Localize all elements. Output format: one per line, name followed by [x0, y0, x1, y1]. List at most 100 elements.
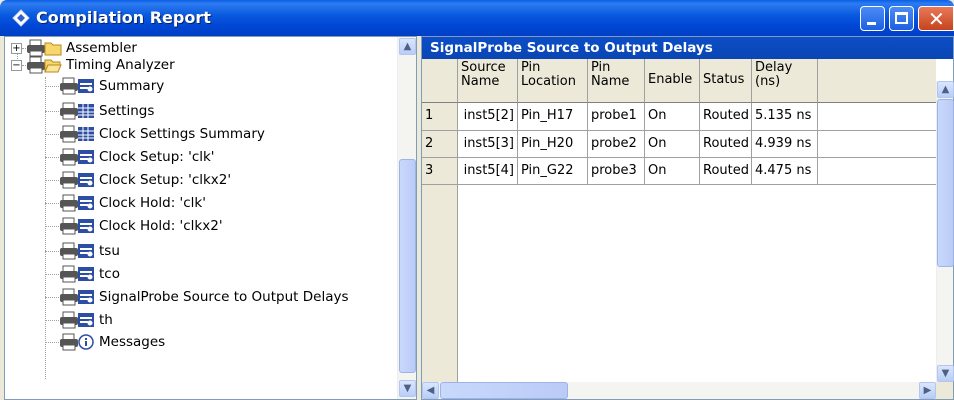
cell-status: Routed	[700, 158, 752, 185]
window-title: Compilation Report	[36, 8, 211, 27]
tree-item-label: SignalProbe Source to Output Delays	[99, 289, 349, 305]
scroll-up-button[interactable]: ▲	[399, 38, 416, 55]
printer-icon	[27, 56, 45, 74]
printer-icon	[60, 148, 78, 166]
report-grid[interactable]: Source Name Pin Location Pin Name Enable…	[422, 59, 936, 382]
tree-item-clock-hold-clk[interactable]: Clock Hold: 'clk'	[45, 192, 206, 214]
grid-horizontal-scrollbar[interactable]: ◀ ▶	[422, 382, 936, 399]
tree-item-label: Clock Hold: 'clk'	[99, 195, 206, 211]
cell-delay: 4.939 ns	[752, 131, 818, 158]
printer-icon	[60, 265, 78, 283]
tree-item-th[interactable]: th	[45, 309, 113, 331]
minimize-icon	[867, 22, 876, 25]
cell-pin-name: probe3	[588, 158, 645, 185]
header-line: Source	[461, 60, 506, 75]
tree-item-clock-setup-clk[interactable]: Clock Setup: 'clk'	[45, 146, 215, 168]
cell-filler	[818, 131, 936, 158]
cell-status: Routed	[700, 103, 752, 131]
scroll-left-button[interactable]: ◀	[422, 382, 439, 399]
chevron-down-icon: ▼	[941, 368, 950, 379]
printer-icon	[60, 77, 78, 95]
expand-icon[interactable]: +	[11, 42, 22, 54]
chevron-down-icon: ▼	[403, 383, 412, 394]
tree-item-clock-hold-clkx2[interactable]: Clock Hold: 'clkx2'	[45, 215, 223, 237]
column-header-source-name[interactable]: Source Name	[458, 59, 518, 103]
title-bar[interactable]: Compilation Report ✕	[0, 0, 954, 36]
tree-item-clock-setup-clkx2[interactable]: Clock Setup: 'clkx2'	[45, 169, 231, 191]
cell-status: Routed	[700, 131, 752, 158]
cell-source-name: inst5[4]	[458, 158, 518, 185]
report-icon	[78, 196, 94, 210]
printer-icon	[60, 242, 78, 260]
report-icon	[78, 244, 94, 258]
printer-icon	[60, 194, 78, 212]
cell-pin-location: Pin_G22	[518, 158, 588, 185]
scroll-up-button[interactable]: ▲	[937, 81, 954, 98]
tree-item-signalprobe[interactable]: SignalProbe Source to Output Delays	[45, 286, 349, 308]
report-icon	[78, 173, 94, 187]
scroll-corner	[936, 382, 953, 399]
cell-pin-name: probe2	[588, 131, 645, 158]
column-header-pin-name[interactable]: Pin Name	[588, 59, 645, 103]
corner-cell	[422, 59, 458, 103]
tree-item-settings[interactable]: Settings	[45, 100, 154, 122]
tree-item-summary[interactable]: Summary	[45, 75, 164, 97]
report-icon	[78, 313, 94, 327]
cell-pin-location: Pin_H20	[518, 131, 588, 158]
header-line: Name	[461, 74, 500, 89]
tree-item-label: Timing Analyzer	[66, 57, 175, 73]
compile-icon	[12, 9, 30, 27]
printer-icon	[60, 217, 78, 235]
close-icon: ✕	[928, 7, 945, 31]
column-header-delay[interactable]: Delay (ns)	[752, 59, 818, 103]
cell-pin-name: probe1	[588, 103, 645, 131]
cell-delay: 4.475 ns	[752, 158, 818, 185]
tree-item-messages[interactable]: Messages	[45, 331, 165, 353]
row-number: 1	[422, 103, 458, 131]
cell-filler	[818, 103, 936, 131]
tree-item-label: Summary	[99, 78, 165, 94]
scroll-thumb[interactable]	[937, 99, 954, 267]
info-icon	[78, 334, 94, 350]
header-line: (ns)	[755, 74, 781, 89]
column-header-status[interactable]: Status	[700, 59, 752, 103]
maximize-button[interactable]	[889, 6, 914, 31]
report-pane: SignalProbe Source to Output Delays Sour…	[421, 36, 954, 400]
header-line: Enable	[648, 72, 693, 87]
scroll-right-button[interactable]: ▶	[919, 382, 936, 399]
scroll-down-button[interactable]: ▼	[937, 365, 954, 382]
tree-item-label: Clock Hold: 'clkx2'	[99, 218, 223, 234]
report-tree[interactable]: + Assembler − Timing Analyzer Summary Se…	[4, 36, 417, 400]
row-header-empty	[422, 185, 458, 382]
report-icon	[78, 79, 94, 93]
scroll-thumb[interactable]	[440, 382, 568, 399]
tree-item-tco[interactable]: tco	[45, 263, 120, 285]
grid-vertical-scrollbar[interactable]: ▲ ▼	[936, 81, 954, 382]
cell-source-name: inst5[2]	[458, 103, 518, 131]
tree-item-label: tsu	[99, 243, 120, 259]
printer-icon	[60, 288, 78, 306]
cell-pin-location: Pin_H17	[518, 103, 588, 131]
header-line: Pin	[521, 60, 541, 75]
chevron-right-icon: ▶	[923, 385, 932, 396]
scroll-down-button[interactable]: ▼	[399, 380, 416, 397]
column-header-enable[interactable]: Enable	[645, 59, 700, 103]
header-line: Name	[591, 74, 630, 89]
chevron-left-icon: ◀	[426, 385, 435, 396]
scroll-thumb[interactable]	[399, 159, 416, 373]
tree-item-clock-settings-summary[interactable]: Clock Settings Summary	[45, 123, 265, 145]
tree-item-timing-analyzer[interactable]: − Timing Analyzer	[11, 54, 175, 76]
collapse-icon[interactable]: −	[11, 59, 22, 71]
column-header-pin-location[interactable]: Pin Location	[518, 59, 588, 103]
tree-vertical-scrollbar[interactable]: ▲ ▼	[397, 37, 416, 399]
printer-icon	[60, 311, 78, 329]
close-button[interactable]: ✕	[918, 6, 954, 31]
minimize-button[interactable]	[860, 6, 885, 31]
header-line: Delay	[755, 60, 793, 75]
tree-item-label: Clock Settings Summary	[99, 126, 265, 142]
cell-delay: 5.135 ns	[752, 103, 818, 131]
tree-item-tsu[interactable]: tsu	[45, 240, 120, 262]
tree-item-label: Messages	[99, 334, 166, 350]
tree-item-label: Settings	[99, 103, 155, 119]
row-number: 2	[422, 131, 458, 158]
